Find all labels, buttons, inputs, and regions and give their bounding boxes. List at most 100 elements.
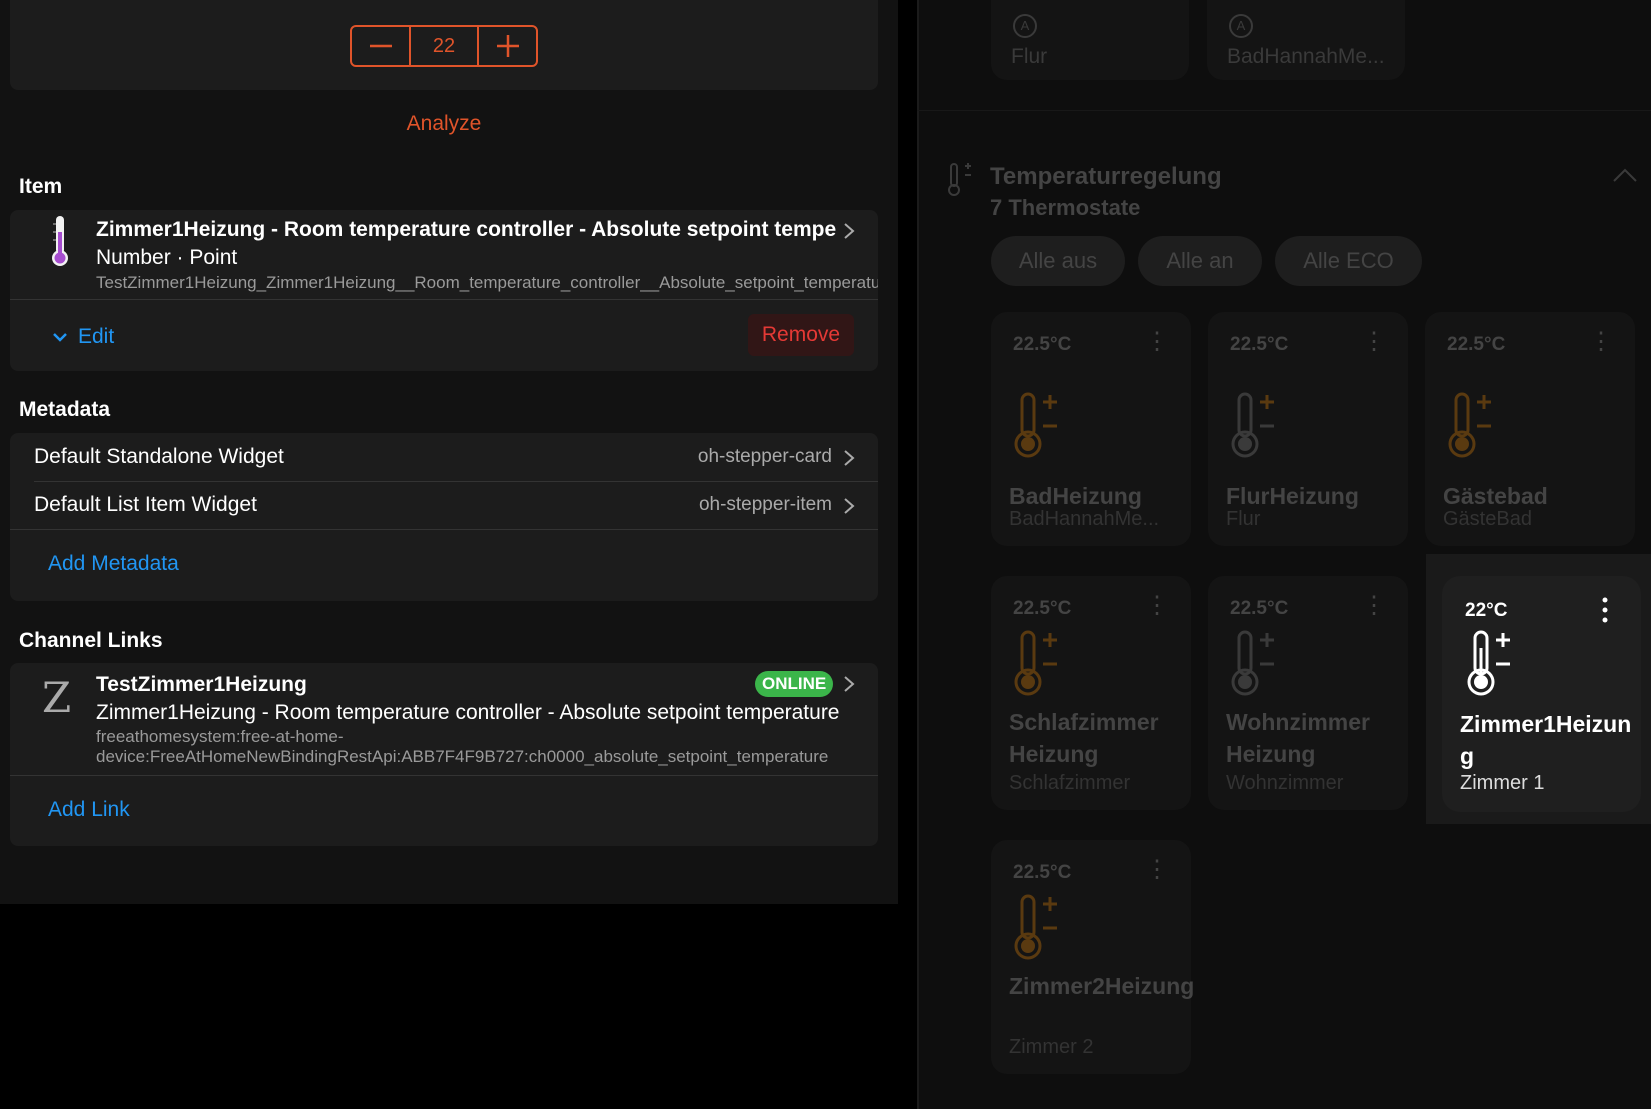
edit-label: Edit [78, 325, 115, 348]
room-tile-label: BadHannahMe... [1227, 45, 1385, 68]
all-eco-button[interactable]: Alle ECO [1275, 236, 1422, 286]
thermostat-temperature: 22.5°C [1013, 862, 1072, 883]
thermostat-section-icon [948, 163, 971, 196]
more-vertical-icon[interactable]: ⋮ [1589, 330, 1613, 354]
channel-uid-continued: device:FreeAtHomeNewBindingRestApi:ABB7F… [96, 747, 829, 766]
chevron-right-icon [844, 450, 855, 466]
item-heading: Item [19, 175, 63, 198]
stepper-preview-card: 22 [10, 0, 878, 90]
thermostat-card-badheizung[interactable]: 22.5°C ⋮ BadHeizung BadHannahMe... [991, 312, 1191, 546]
analyze-button[interactable]: Analyze [0, 112, 888, 136]
thermostat-temperature: 22.5°C [1230, 598, 1289, 619]
thermostat-room: Schlafzimmer [1009, 772, 1131, 794]
item-name: TestZimmer1Heizung_Zimmer1Heizung__Room_… [96, 273, 878, 292]
thermostat-name: Schlafzimmer Heizung [1009, 709, 1159, 767]
thermostat-room: Wohnzimmer [1226, 772, 1344, 794]
thermostat-name: Wohnzimmer Heizung [1226, 709, 1370, 767]
binding-z-icon: Z [42, 673, 72, 722]
all-on-button[interactable]: Alle an [1138, 236, 1262, 286]
thermostat-icon [1014, 392, 1057, 458]
chevron-right-icon[interactable] [843, 675, 855, 693]
minus-icon [369, 44, 392, 48]
thing-name[interactable]: TestZimmer1Heizung [96, 673, 307, 697]
thermostat-room: Zimmer 2 [1009, 1036, 1094, 1058]
status-badge: ONLINE [755, 671, 834, 697]
thermostat-room: BadHannahMe... [1009, 508, 1160, 530]
plus-icon [496, 35, 519, 57]
more-vertical-icon[interactable]: ⋮ [1145, 330, 1169, 354]
metadata-value: oh-stepper-card [697, 446, 832, 467]
thermostat-temperature: 22.5°C [1013, 598, 1072, 619]
thermostat-card-wohnzimmer[interactable]: 22.5°C ⋮ Wohnzimmer Heizung Wohnzimmer [1208, 576, 1408, 810]
divider [10, 775, 878, 776]
room-tile-badhannah[interactable]: A BadHannahMe... [1207, 0, 1405, 80]
thermostat-temperature: 22.5°C [1447, 334, 1506, 355]
room-tile-label: Flur [1011, 45, 1048, 68]
thermostat-icon [1014, 894, 1057, 960]
widget-preview-area: 22°C Zimmer1Heizung Zimmer 1 [1426, 554, 1651, 824]
item-title[interactable]: Zimmer1Heizung - Room temperature contro… [96, 218, 836, 242]
thermostat-temperature: 22.5°C [1230, 334, 1289, 355]
channel-links-heading: Channel Links [19, 629, 163, 652]
divider [10, 299, 878, 300]
more-vertical-icon[interactable]: ⋮ [1362, 330, 1386, 354]
chevron-right-icon [844, 498, 855, 514]
metadata-value: oh-stepper-item [698, 494, 832, 515]
thermostat-room: Zimmer 1 [1460, 772, 1545, 794]
channel-uid: freeathomesystem:free-at-home- [96, 727, 344, 746]
section-title: Temperaturregelung [990, 163, 1222, 190]
add-link-button[interactable]: Add Link [48, 798, 130, 822]
metadata-label: Default List Item Widget [34, 493, 257, 516]
thermostat-icon [1467, 630, 1510, 696]
panel-divider [917, 0, 919, 1109]
section-subtitle: 7 Thermostate [990, 195, 1141, 220]
increment-button[interactable] [479, 27, 536, 65]
thermostat-name: Zimmer1Heizung [1460, 711, 1632, 769]
item-detail-panel: 22 Analyze Item Zimmer1Heizung - Room te… [0, 0, 898, 904]
thermostat-icon [1231, 630, 1274, 696]
thermostat-icon [1231, 392, 1274, 458]
more-vertical-icon[interactable]: ⋮ [1145, 594, 1169, 618]
remove-button[interactable]: Remove [748, 314, 854, 356]
thermostat-card-zimmer1[interactable]: 22°C Zimmer1Heizung Zimmer 1 [1442, 576, 1641, 812]
thermostat-temperature: 22°C [1465, 600, 1508, 621]
room-badge-icon: A [1013, 14, 1037, 38]
thermostat-icon [1014, 630, 1057, 696]
chevron-up-icon[interactable] [1612, 165, 1638, 185]
item-card: Zimmer1Heizung - Room temperature contro… [10, 210, 878, 371]
thermostat-icon [1448, 392, 1491, 458]
channel-link-card: Z TestZimmer1Heizung ONLINE Zimmer1Heizu… [10, 663, 878, 846]
thermostat-room: GästeBad [1443, 508, 1532, 530]
all-off-button[interactable]: Alle aus [991, 236, 1125, 286]
metadata-card: Default Standalone Widget oh-stepper-car… [10, 433, 878, 601]
more-vertical-icon[interactable]: ⋮ [1362, 594, 1386, 618]
chevron-down-icon [53, 333, 67, 342]
room-tile-flur[interactable]: A Flur [991, 0, 1189, 80]
metadata-row-list-item-widget[interactable]: Default List Item Widget oh-stepper-item [10, 481, 878, 529]
divider [10, 529, 878, 530]
metadata-label: Default Standalone Widget [34, 445, 284, 468]
thermostat-card-zimmer2[interactable]: 22.5°C ⋮ Zimmer2Heizung Zimmer 2 [991, 840, 1195, 1074]
add-metadata-button[interactable]: Add Metadata [48, 552, 179, 576]
metadata-row-standalone-widget[interactable]: Default Standalone Widget oh-stepper-car… [10, 433, 878, 481]
channel-label: Zimmer1Heizung - Room temperature contro… [96, 701, 840, 724]
thermostat-temperature: 22.5°C [1013, 334, 1072, 355]
chevron-right-icon[interactable] [843, 222, 855, 240]
edit-button[interactable]: Edit [52, 322, 114, 352]
thermostat-card-flurheizung[interactable]: 22.5°C ⋮ FlurHeizung Flur [1208, 312, 1408, 546]
more-vertical-icon[interactable]: ⋮ [1145, 858, 1169, 882]
thermostat-card-gaestebad[interactable]: 22.5°C ⋮ Gästebad GästeBad [1425, 312, 1635, 546]
thermometer-icon [52, 216, 68, 266]
thermostat-name: Zimmer2Heizung [1009, 973, 1195, 999]
setpoint-stepper[interactable]: 22 [350, 25, 538, 67]
metadata-heading: Metadata [19, 398, 111, 421]
decrement-button[interactable] [352, 27, 409, 65]
thermostat-card-schlafzimmer[interactable]: 22.5°C ⋮ Schlafzimmer Heizung Schlafzimm… [991, 576, 1191, 810]
thermostat-room: Flur [1226, 508, 1261, 530]
room-badge-icon: A [1229, 14, 1253, 38]
more-vertical-icon[interactable] [1599, 596, 1611, 624]
item-type: Number · Point [96, 246, 238, 269]
stepper-value: 22 [409, 27, 479, 65]
section-divider [917, 110, 1651, 111]
dashboard-background: A Flur A BadHannahMe... Temperaturregelu… [917, 0, 1651, 1109]
